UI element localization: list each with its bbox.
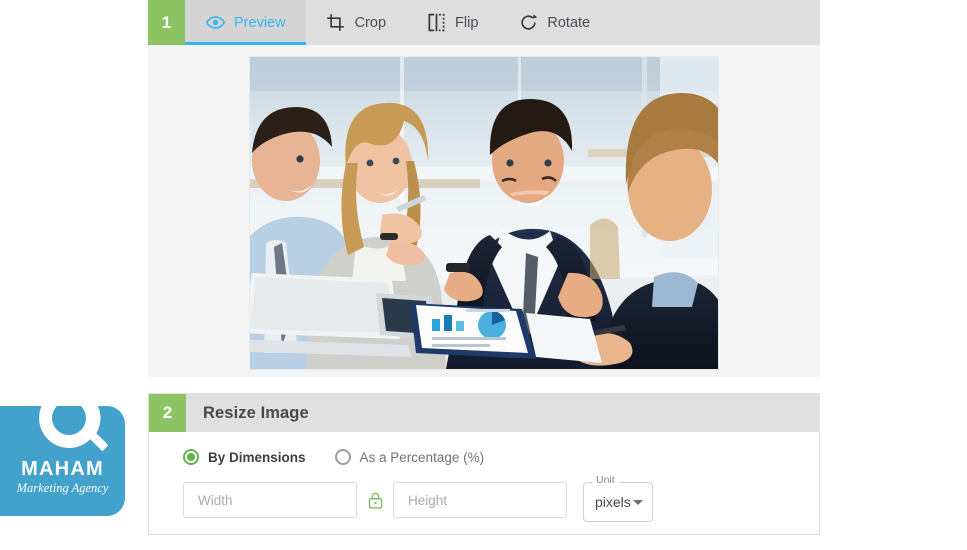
width-input[interactable]: Width <box>183 482 357 518</box>
preview-image <box>250 57 718 369</box>
aspect-ratio-lock-icon[interactable] <box>357 482 393 518</box>
radio-by-dimensions-indicator[interactable] <box>183 449 199 465</box>
step-2-badge: 2 <box>149 394 186 432</box>
dimension-fields-row: Width Height Unit pixels <box>183 475 819 522</box>
tab-flip[interactable]: Flip <box>406 0 498 45</box>
radio-by-dimensions[interactable]: By Dimensions <box>183 449 306 465</box>
editor-tab-bar: 1 Preview Crop Flip Rotate <box>148 0 820 45</box>
rotate-icon <box>518 13 538 33</box>
unit-select-wrapper: Unit pixels <box>583 475 653 522</box>
maham-logo-watermark: MAHAM Marketing Agency <box>0 406 125 516</box>
radio-as-percentage-label: As a Percentage (%) <box>359 449 485 465</box>
resize-image-card: 2 Resize Image By Dimensions As a Percen… <box>148 393 820 535</box>
tab-flip-label: Flip <box>455 14 479 31</box>
radio-as-percentage[interactable]: As a Percentage (%) <box>334 449 485 465</box>
crop-icon <box>326 13 346 33</box>
unit-select-legend: Unit <box>592 475 619 486</box>
eye-icon <box>205 13 225 33</box>
step-1-badge: 1 <box>148 0 185 45</box>
resize-card-header: 2 Resize Image <box>149 394 819 432</box>
unit-select-value: pixels <box>595 494 631 510</box>
resize-mode-group: By Dimensions As a Percentage (%) <box>183 449 819 465</box>
page-title: Resize Image <box>203 403 309 422</box>
radio-by-dimensions-label: By Dimensions <box>208 449 306 465</box>
tab-crop-label: Crop <box>354 14 387 31</box>
maham-logo-mark <box>39 406 108 452</box>
unit-select[interactable]: pixels <box>583 482 653 522</box>
resize-card-body: By Dimensions As a Percentage (%) Width <box>149 432 819 522</box>
height-input[interactable]: Height <box>393 482 567 518</box>
tab-crop[interactable]: Crop <box>306 0 406 45</box>
tab-rotate[interactable]: Rotate <box>498 0 610 45</box>
chevron-down-icon <box>633 499 643 505</box>
app-screen: 1 Preview Crop Flip Rotate 2 Resize Imag… <box>0 0 967 550</box>
image-editor-panel: 1 Preview Crop Flip Rotate <box>148 0 820 377</box>
logo-name: MAHAM <box>21 458 104 480</box>
logo-tagline: Marketing Agency <box>16 481 109 495</box>
tab-preview-label: Preview <box>234 14 286 31</box>
tab-rotate-label: Rotate <box>547 14 591 31</box>
flip-icon <box>426 13 446 33</box>
tab-preview[interactable]: Preview <box>185 0 306 45</box>
radio-as-percentage-indicator[interactable] <box>334 449 351 465</box>
